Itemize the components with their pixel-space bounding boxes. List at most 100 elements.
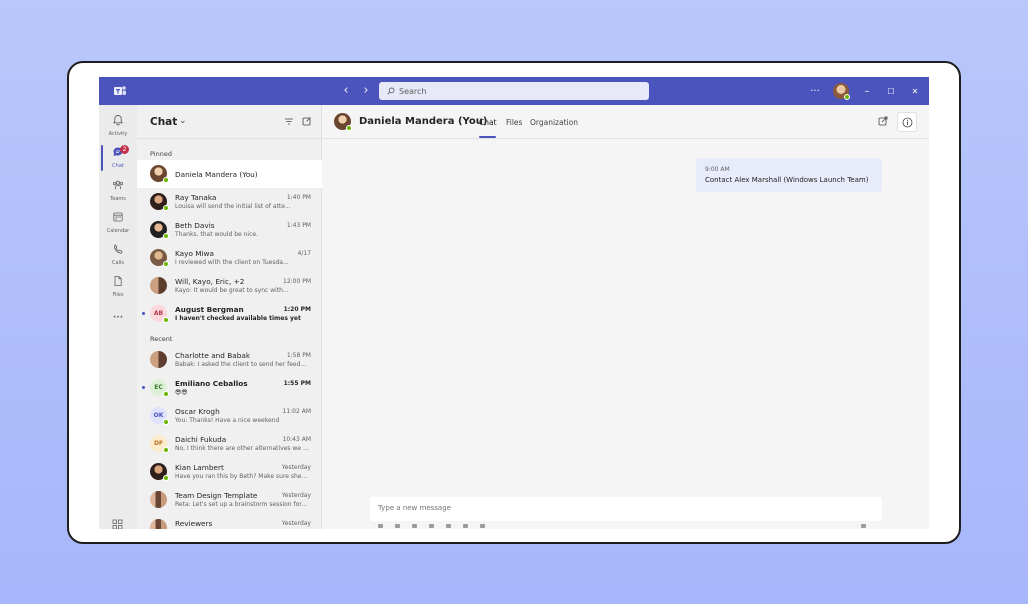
avatar [150,221,169,239]
chat-list-item[interactable]: Daniela Mandera (You) [137,160,322,188]
message-input[interactable] [378,504,858,512]
conversation-header: Daniela Mandera (You) Chat Files Organiz… [323,105,929,139]
chat-list-item[interactable]: Charlotte and Babak 1:58 PM Babak: I ask… [137,346,322,374]
sticker-icon[interactable] [446,524,451,528]
presence-available-icon [163,317,169,323]
profile-avatar[interactable] [833,83,850,100]
info-button[interactable] [897,112,917,132]
filter-icon[interactable] [284,117,294,126]
avatar [150,249,169,267]
maximize-button[interactable]: ☐ [885,87,897,96]
apps-grid-icon[interactable] [112,515,123,529]
forward-button[interactable]: › [361,82,371,100]
presence-available-icon [346,125,352,131]
chat-name: Oscar Krogh [175,407,220,416]
rail-item-chat[interactable]: 2 Chat [99,143,137,173]
close-button[interactable]: ✕ [909,87,921,96]
avatar-initials: DF [153,440,164,447]
presence-available-icon [163,447,169,453]
avatar-initials: AB [153,310,164,317]
chat-list-item[interactable]: OK Oscar Krogh 11:02 AM You: Thanks! Hav… [137,402,322,430]
chat-time: Yesterday [281,492,311,499]
emoji-icon[interactable] [412,524,417,528]
back-button[interactable]: ‹ [341,82,351,100]
avatar [150,165,169,183]
chat-list-item[interactable]: Kian Lambert Yesterday Have you ran this… [137,458,322,486]
rail-item-teams[interactable]: Teams [99,176,137,206]
rail-item-files[interactable]: Files [99,272,137,302]
chat-preview: I haven't checked available times yet [175,315,301,322]
format-icon[interactable] [378,524,383,528]
chat-list-item[interactable]: Reviewers Yesterday [137,514,322,529]
more-apps-icon[interactable] [480,524,485,528]
device-frame: ‹ › Search ··· – ☐ ✕ Activity 2 Chat Tea… [67,61,961,544]
presence-available-icon [163,205,169,211]
rail-item-calendar[interactable]: Calendar [99,208,137,238]
avatar [150,463,169,481]
chat-preview: You: Thanks! Have a nice weekend [175,417,280,424]
bell-icon [112,115,124,126]
chat-list-item[interactable]: DF Daichi Fukuda 10:43 AM No, I think th… [137,430,322,458]
tab-files[interactable]: Files [506,118,522,127]
chat-time: 12:00 PM [283,278,311,285]
rail-item-activity[interactable]: Activity [99,111,137,141]
chat-time: 1:55 PM [283,380,311,387]
unread-indicator [142,386,145,389]
presence-available-icon [163,391,169,397]
chat-list-item[interactable]: Team Design Template Yesterday Reta: Let… [137,486,322,514]
chat-preview: Louisa will send the initial list of att… [175,203,291,210]
message-bubble[interactable]: 9:00 AM Contact Alex Marshall (Windows L… [696,158,882,192]
chat-list-item[interactable]: AB August Bergman 1:20 PM I haven't chec… [137,300,322,328]
avatar: EC [150,379,169,397]
chat-name: Team Design Template [175,491,258,500]
chevron-down-icon[interactable]: ⌄ [179,116,187,126]
conversation-title: Daniela Mandera (You) [359,116,488,127]
chat-preview: Babak: I asked the client to send her fe… [175,361,307,368]
chat-list-item[interactable]: Kayo Miwa 4/17 I reviewed with the clien… [137,244,322,272]
chat-name: Daniela Mandera (You) [175,170,258,179]
rail-label: Calendar [106,228,130,234]
more-options-button[interactable]: ··· [809,86,821,97]
chat-list-title[interactable]: Chat [150,116,177,128]
chat-list-item[interactable]: Will, Kayo, Eric, +2 12:00 PM Kayo: It w… [137,272,322,300]
chat-preview: I reviewed with the client on Tuesda... [175,259,289,266]
rail-more-apps-button[interactable]: ··· [99,313,137,327]
chat-list-item[interactable]: EC Emiliano Ceballos 1:55 PM 😎😎 [137,374,322,402]
new-chat-icon[interactable] [302,116,312,126]
avatar: OK [150,407,169,425]
recent-section-label: Recent [150,335,173,343]
pop-out-icon[interactable] [878,116,888,126]
chat-list-item[interactable]: Beth Davis 1:43 PM Thanks, that would be… [137,216,322,244]
avatar[interactable] [334,113,352,131]
active-tab-indicator [479,136,496,138]
chat-name: Kian Lambert [175,463,224,472]
unread-indicator [142,312,145,315]
chat-list-item[interactable]: Ray Tanaka 1:40 PM Louisa will send the … [137,188,322,216]
group-avatar [150,491,167,508]
minimize-button[interactable]: – [861,86,873,97]
attach-icon[interactable] [395,524,400,528]
title-bar: ‹ › Search ··· – ☐ ✕ [99,77,929,105]
search-placeholder: Search [399,86,427,96]
avatar: DF [150,435,169,453]
rail-item-calls[interactable]: Calls [99,240,137,270]
tab-organization[interactable]: Organization [530,118,578,127]
chat-preview: 😎😎 [175,389,188,396]
unread-badge: 2 [120,145,129,154]
rail-label: Chat [112,163,124,169]
meet-icon[interactable] [463,524,468,528]
chat-name: August Bergman [175,305,244,314]
teams-logo-icon [114,86,126,95]
send-icon[interactable] [861,524,866,528]
tab-chat[interactable]: Chat [479,118,497,127]
message-text: Contact Alex Marshall (Windows Launch Te… [705,176,869,184]
search-input[interactable]: Search [379,82,649,100]
message-composer[interactable] [370,497,882,521]
gif-icon[interactable] [429,524,434,528]
avatar [150,193,169,211]
avatar: AB [150,305,169,323]
presence-available-icon [163,419,169,425]
chat-time: Yesterday [281,520,311,527]
chat-preview: Have you ran this by Beth? Make sure she… [175,473,309,480]
chat-preview: Kayo: It would be great to sync with... [175,287,289,294]
